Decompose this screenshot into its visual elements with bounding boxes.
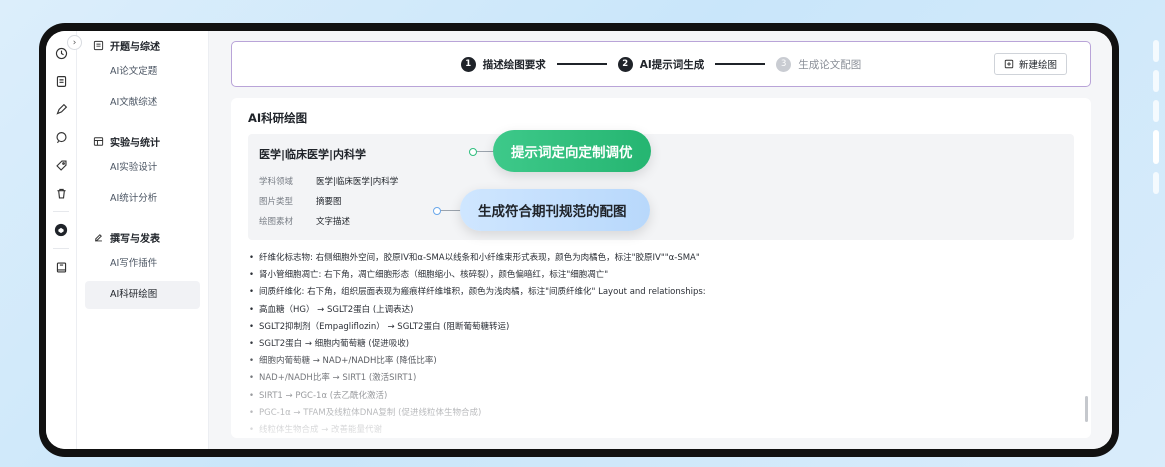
list-item: 纤维化标志物: 右侧细胞外空间，胶原IV和α-SMA以线条和小纤维束形式表现，颜… xyxy=(248,250,1074,267)
step-number: 1 xyxy=(460,56,476,72)
info-row: 图片类型 摘要图 xyxy=(259,191,1063,211)
info-key: 绘图素材 xyxy=(259,217,294,227)
chevron-right-icon[interactable]: › xyxy=(67,35,82,50)
main-content: 1 描述绘图要求 2 AI提示词生成 3 生成论文配图 新建绘图 AI科研绘图 … xyxy=(209,31,1112,449)
pen-icon[interactable] xyxy=(53,101,69,117)
rail-divider xyxy=(53,248,69,249)
info-key: 图片类型 xyxy=(259,197,294,207)
nav-group-header: 实验与统计 xyxy=(85,131,200,151)
icon-rail xyxy=(46,31,77,449)
tag-icon[interactable] xyxy=(53,157,69,173)
list-item: 高血糖（HG） → SGLT2蛋白 (上调表达) xyxy=(248,302,1074,319)
table-icon xyxy=(93,136,104,146)
device-frame: › 开题与综述 AI论文定题 AI文献综述 实验与统计 AI实验设计 AI统计分… xyxy=(39,23,1119,457)
nav-group-title: 开题与综述 xyxy=(110,41,160,53)
step-2: 2 AI提示词生成 xyxy=(617,56,705,72)
info-value: 医学|临床医学|内科学 xyxy=(316,177,399,187)
new-drawing-label: 新建绘图 xyxy=(1018,60,1057,71)
list-item: 肾小管细胞凋亡: 右下角，凋亡细胞形态（细胞缩小、核碎裂），颜色偏暗红，标注"细… xyxy=(248,267,1074,284)
sidebar-item-ai-experiment[interactable]: AI实验设计 xyxy=(85,154,200,182)
step-3: 3 生成论文配图 xyxy=(776,56,862,72)
list-item: SGLT2抑制剂（Empagliflozin） → SGLT2蛋白 (阻断葡萄糖… xyxy=(248,319,1074,336)
step-1: 1 描述绘图要求 xyxy=(460,56,546,72)
list-item: 间质纤维化: 右下角，组织层面表现为瘢痕样纤维堆积，颜色为浅肉橘，标注"间质纤维… xyxy=(248,284,1074,301)
shield-icon[interactable] xyxy=(53,222,69,238)
clock-icon[interactable] xyxy=(53,45,69,61)
edit-icon xyxy=(95,233,102,241)
info-box: 医学|临床医学|内科学 学科领域 医学|临床医学|内科学 图片类型 摘要图 绘图… xyxy=(248,130,1074,240)
callout-prompt-tuning: 提示词定向定制调优 xyxy=(493,130,651,172)
trash-icon[interactable] xyxy=(53,185,69,201)
nav-group-experiment: 实验与统计 AI实验设计 AI统计分析 xyxy=(85,131,200,213)
background-decoration xyxy=(1153,40,1161,194)
callout-connector xyxy=(433,206,462,215)
info-title: 医学|临床医学|内科学 xyxy=(259,148,367,161)
list-doc-icon xyxy=(93,40,104,50)
info-row: 绘图素材 文字描述 xyxy=(259,211,1063,231)
callout-journal-figure: 生成符合期刊规范的配图 xyxy=(460,189,650,231)
step-label: 描述绘图要求 xyxy=(482,58,546,71)
info-row: 学科领域 医学|临床医学|内科学 xyxy=(259,171,1063,191)
new-drawing-button[interactable]: 新建绘图 xyxy=(993,53,1067,75)
nav-group-proposal: 开题与综述 AI论文定题 AI文献综述 xyxy=(85,35,200,117)
info-key: 学科领域 xyxy=(259,177,294,187)
sidebar-item-ai-figure[interactable]: AI科研绘图 xyxy=(85,281,200,309)
scrollbar[interactable] xyxy=(1085,396,1088,422)
step-label: AI提示词生成 xyxy=(639,58,705,71)
list-item: 细胞内葡萄糖 → NAD+/NADH比率 (降低比率) xyxy=(248,353,1074,370)
sidebar-item-ai-topic[interactable]: AI论文定题 xyxy=(85,58,200,86)
chat-icon[interactable] xyxy=(53,129,69,145)
prompt-lines: 纤维化标志物: 右侧细胞外空间，胶原IV和α-SMA以线条和小纤维束形式表现，颜… xyxy=(248,250,1074,438)
app-screen: › 开题与综述 AI论文定题 AI文献综述 实验与统计 AI实验设计 AI统计分… xyxy=(46,31,1112,449)
nav-group-writing: 撰写与发表 AI写作插件 AI科研绘图 xyxy=(85,227,200,309)
list-item: PGC-1α → TFAM及线粒体DNA复制 (促进线粒体生物合成) xyxy=(248,405,1074,422)
step-number: 2 xyxy=(617,56,633,72)
nav-group-title: 撰写与发表 xyxy=(110,233,160,245)
callout-connector xyxy=(469,147,495,156)
card-title: AI科研绘图 xyxy=(248,111,308,125)
nav-group-header: 撰写与发表 xyxy=(85,227,200,247)
sidebar-item-ai-writing-plugin[interactable]: AI写作插件 xyxy=(85,250,200,278)
rail-divider xyxy=(53,211,69,212)
figure-card: AI科研绘图 医学|临床医学|内科学 学科领域 医学|临床医学|内科学 图片类型… xyxy=(231,98,1091,438)
list-item: NAD+/NADH比率 → SIRT1 (激活SIRT1) xyxy=(248,370,1074,387)
step-connector xyxy=(556,63,607,65)
info-value: 文字描述 xyxy=(316,217,351,227)
sidebar-nav: › 开题与综述 AI论文定题 AI文献综述 实验与统计 AI实验设计 AI统计分… xyxy=(67,31,209,449)
nav-group-title: 实验与统计 xyxy=(110,137,160,149)
list-item: 线粒体生物合成 → 改善能量代谢 xyxy=(248,422,1074,438)
step-number: 3 xyxy=(776,56,792,72)
document-icon[interactable] xyxy=(53,73,69,89)
step-progress: 1 描述绘图要求 2 AI提示词生成 3 生成论文配图 新建绘图 xyxy=(231,41,1091,87)
step-connector xyxy=(715,63,766,65)
sidebar-item-ai-statistics[interactable]: AI统计分析 xyxy=(85,185,200,213)
book-icon[interactable] xyxy=(53,259,69,275)
plus-square-icon xyxy=(1004,59,1014,69)
list-item: SGLT2蛋白 → 细胞内葡萄糖 (促进吸收) xyxy=(248,336,1074,353)
sidebar-item-ai-review[interactable]: AI文献综述 xyxy=(85,89,200,117)
step-label: 生成论文配图 xyxy=(798,58,862,71)
list-item: SIRT1 → PGC-1α (去乙酰化激活) xyxy=(248,388,1074,405)
info-value: 摘要图 xyxy=(316,197,342,207)
nav-group-header: 开题与综述 xyxy=(85,35,200,55)
